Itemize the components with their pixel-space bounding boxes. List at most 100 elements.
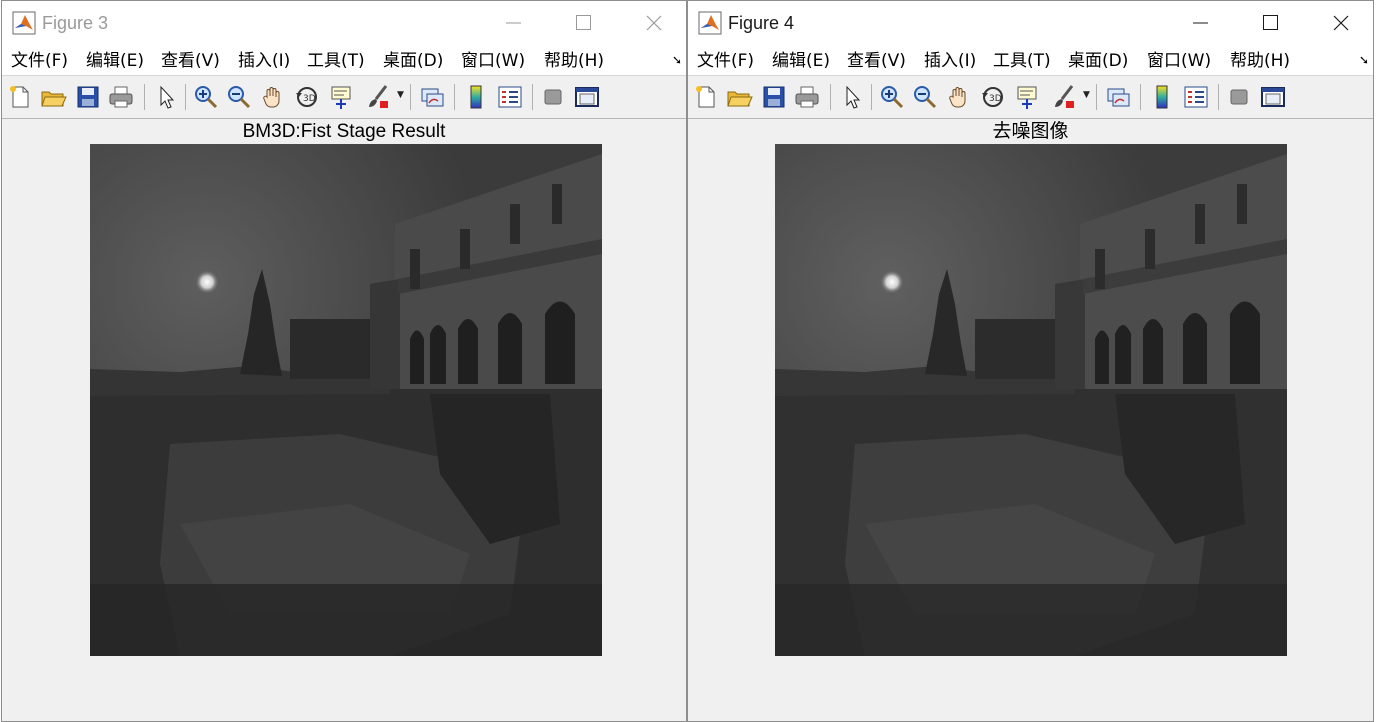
svg-text:3D: 3D [303,94,316,104]
title-bar[interactable]: Figure 4 [688,1,1373,45]
open-file-button[interactable] [725,83,753,111]
menu-help[interactable]: 帮助(H) [544,50,604,72]
menu-desktop[interactable]: 桌面(D) [383,50,443,72]
image-axes[interactable] [775,144,1287,656]
maximize-icon [1263,15,1278,30]
select-button[interactable] [152,83,180,111]
save-button[interactable] [74,83,102,111]
legend-icon [498,86,522,108]
toolbar-separator [871,84,872,110]
toolbar-separator [454,84,455,110]
matlab-app-icon [698,11,722,35]
figure-4-window[interactable]: Figure 4 文件(F) 编辑(E) 查看(V) 插入(I) 工具(T) 桌… [687,0,1374,722]
brush-icon [369,85,388,108]
open-file-icon [727,91,753,107]
menu-bar: 文件(F) 编辑(E) 查看(V) 插入(I) 工具(T) 桌面(D) 窗口(W… [2,45,686,76]
pan-hand-icon [263,87,280,108]
menu-tools[interactable]: 工具(T) [993,50,1051,72]
rotate-3d-icon: 3D [982,87,1003,107]
menu-desktop[interactable]: 桌面(D) [1068,50,1128,72]
print-button[interactable] [793,83,821,111]
figure-toolbar: 3D ▼ [688,76,1373,119]
minimize-button[interactable] [484,1,544,45]
zoom-in-button[interactable] [878,83,906,111]
brush-dropdown-icon[interactable]: ▼ [1083,90,1090,100]
menu-insert[interactable]: 插入(I) [238,50,290,72]
data-cursor-button[interactable] [327,83,355,111]
toolbar-separator [1218,84,1219,110]
pan-button[interactable] [259,83,287,111]
minimize-button[interactable] [1171,1,1231,45]
legend-button[interactable] [496,83,524,111]
axes-title: 去噪图像 [992,121,1069,142]
menu-help[interactable]: 帮助(H) [1230,50,1290,72]
menu-tools[interactable]: 工具(T) [307,50,365,72]
close-button[interactable] [1311,1,1371,45]
toolbar-separator [1140,84,1141,110]
menu-file[interactable]: 文件(F) [11,50,68,72]
matlab-app-icon [12,11,36,35]
brush-dropdown-icon[interactable]: ▼ [397,90,404,100]
toolbar-separator [410,84,411,110]
maximize-button[interactable] [1241,1,1301,45]
hide-plot-tools-button[interactable] [539,83,567,111]
new-figure-button[interactable] [6,83,34,111]
rotate-3d-button[interactable]: 3D [293,83,321,111]
figure-3-window[interactable]: Figure 3 文件(F) 编辑(E) 查看(V) 插入(I) 工具(T) 桌… [1,0,687,722]
print-button[interactable] [107,83,135,111]
data-cursor-button[interactable] [1013,83,1041,111]
brush-button[interactable] [364,83,392,111]
select-button[interactable] [838,83,866,111]
maximize-button[interactable] [554,1,614,45]
link-plot-button[interactable] [1104,83,1132,111]
brush-icon [1055,85,1074,108]
maximize-icon [576,15,591,30]
zoom-out-button[interactable] [911,83,939,111]
menu-insert[interactable]: 插入(I) [924,50,976,72]
zoom-in-button[interactable] [192,83,220,111]
new-figure-icon [696,86,715,108]
toolbar-separator [185,84,186,110]
link-plot-button[interactable] [418,83,446,111]
menu-window[interactable]: 窗口(W) [461,50,525,72]
menu-edit[interactable]: 编辑(E) [86,50,144,72]
save-button[interactable] [760,83,788,111]
save-icon [763,86,785,108]
open-file-button[interactable] [39,83,67,111]
rotate-3d-button[interactable]: 3D [979,83,1007,111]
hide-plot-tools-button[interactable] [1225,83,1253,111]
zoom-in-icon [195,86,218,109]
colorbar-icon [470,85,482,109]
show-plot-tools-button[interactable] [573,83,601,111]
data-cursor-icon [1017,86,1037,109]
data-cursor-icon [331,86,351,109]
open-file-icon [41,91,67,107]
brush-button[interactable] [1050,83,1078,111]
toolbar-separator [1096,84,1097,110]
menu-edit[interactable]: 编辑(E) [772,50,830,72]
menu-file[interactable]: 文件(F) [697,50,754,72]
show-plot-tools-icon [575,87,599,107]
link-plot-icon [1107,88,1130,107]
link-plot-icon [421,88,444,107]
zoom-out-button[interactable] [225,83,253,111]
colorbar-button[interactable] [1148,83,1176,111]
menu-view[interactable]: 查看(V) [161,50,220,72]
select-arrow-icon [846,85,861,109]
image-axes[interactable] [90,144,602,656]
menu-window[interactable]: 窗口(W) [1147,50,1211,72]
figure-toolbar: 3D ▼ [2,76,686,119]
dock-arrow-icon[interactable]: ➘ [1359,53,1369,67]
pan-button[interactable] [945,83,973,111]
colorbar-button[interactable] [462,83,490,111]
legend-button[interactable] [1182,83,1210,111]
zoom-out-icon [914,86,937,109]
new-figure-button[interactable] [692,83,720,111]
dock-arrow-icon[interactable]: ➘ [672,53,682,67]
close-icon [646,15,662,31]
close-button[interactable] [624,1,684,45]
menu-view[interactable]: 查看(V) [847,50,906,72]
show-plot-tools-button[interactable] [1259,83,1287,111]
title-bar[interactable]: Figure 3 [2,1,686,45]
print-icon [795,86,819,108]
